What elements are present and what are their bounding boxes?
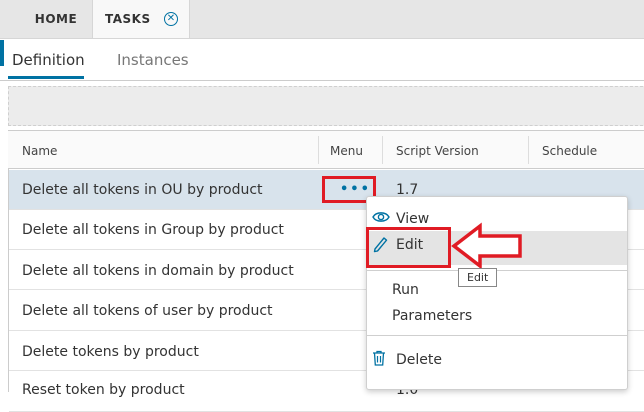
tooltip: Edit	[458, 268, 498, 287]
menu-item-view[interactable]: View	[396, 211, 429, 227]
sub-tab-bar	[0, 40, 644, 81]
annotation-arrow-icon	[451, 222, 522, 270]
column-header-name[interactable]: Name	[22, 144, 57, 158]
annotation-highlight-box	[366, 227, 451, 268]
menu-divider	[367, 335, 627, 336]
eye-icon	[372, 212, 390, 222]
tab-definition[interactable]: Definition	[12, 51, 85, 69]
column-separator	[318, 136, 319, 164]
row-name: Delete all tokens in OU by product	[22, 182, 263, 198]
tab-home[interactable]: HOME	[20, 0, 92, 38]
column-header-schedule[interactable]: Schedule	[542, 144, 597, 158]
menu-item-parameters[interactable]: Parameters	[392, 308, 472, 324]
column-header-menu[interactable]: Menu	[330, 144, 363, 158]
column-separator	[528, 136, 529, 164]
row-name: Delete tokens by product	[22, 344, 199, 360]
trash-icon	[373, 350, 385, 366]
close-tab-icon[interactable]: ✕	[164, 12, 178, 26]
active-tab-indicator	[8, 76, 84, 79]
row-name: Delete all tokens of user by product	[22, 303, 273, 319]
row-name: Delete all tokens in Group by product	[22, 222, 284, 238]
grid-toolbar	[8, 86, 644, 126]
left-accent-bar	[0, 40, 4, 66]
tab-instances[interactable]: Instances	[117, 51, 189, 69]
row-name: Delete all tokens in domain by product	[22, 263, 294, 279]
menu-item-delete[interactable]: Delete	[396, 352, 442, 368]
menu-item-run[interactable]: Run	[392, 282, 419, 298]
column-header-script-version[interactable]: Script Version	[396, 144, 479, 158]
row-name: Reset token by product	[22, 382, 185, 398]
column-separator	[382, 136, 383, 164]
